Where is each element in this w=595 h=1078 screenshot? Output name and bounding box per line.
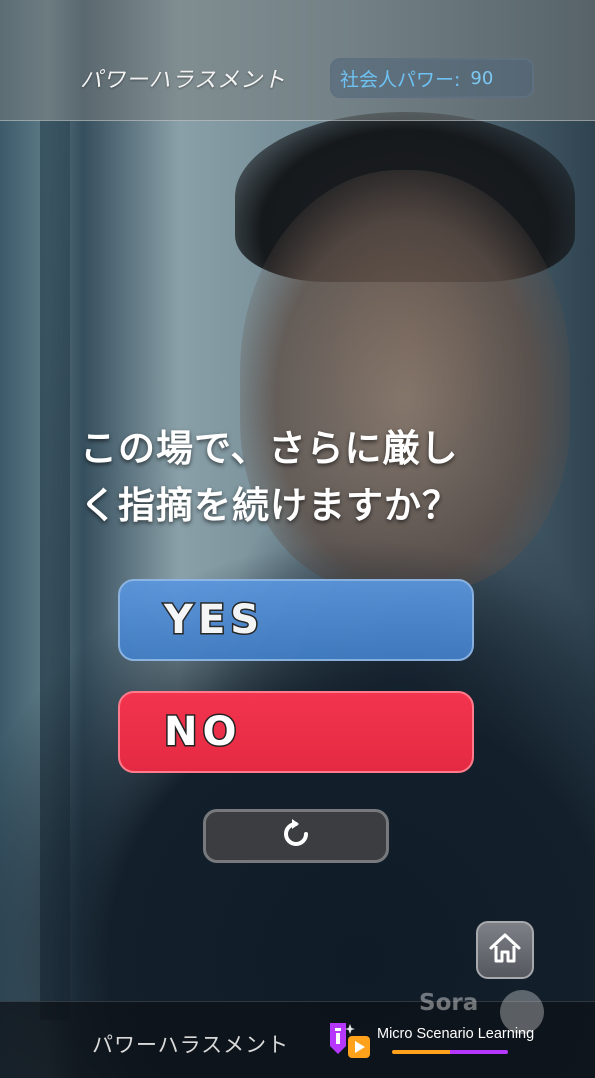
no-button[interactable]: NO [118, 691, 474, 773]
brand-name: Micro Scenario Learning [377, 1026, 535, 1042]
social-power-badge: 社会人パワー: 90 [330, 58, 534, 98]
retry-icon [279, 817, 313, 855]
brand-underline [392, 1050, 508, 1054]
home-icon [487, 931, 523, 969]
yes-button-label: YES [162, 596, 265, 645]
top-header: パワーハラスメント 社会人パワー: 90 [0, 0, 595, 121]
home-button[interactable] [476, 921, 534, 979]
social-power-label: 社会人パワー: [340, 68, 461, 91]
footer-scenario-title: パワーハラスメント [92, 1033, 290, 1057]
micro-scenario-learning-logo-icon [328, 1020, 372, 1060]
question-line-1: この場で、さらに厳し [80, 427, 459, 470]
no-button-label: NO [162, 708, 242, 757]
retry-button[interactable] [203, 809, 389, 863]
sora-watermark: Sora [419, 990, 479, 1016]
scenario-title: パワーハラスメント [80, 68, 287, 93]
social-power-value: 90 [470, 67, 494, 89]
question-text: この場で、さらに厳し く指摘を続けますか？ [80, 420, 540, 534]
question-line-2: く指摘を続けますか？ [80, 484, 460, 527]
yes-button[interactable]: YES [118, 579, 474, 661]
